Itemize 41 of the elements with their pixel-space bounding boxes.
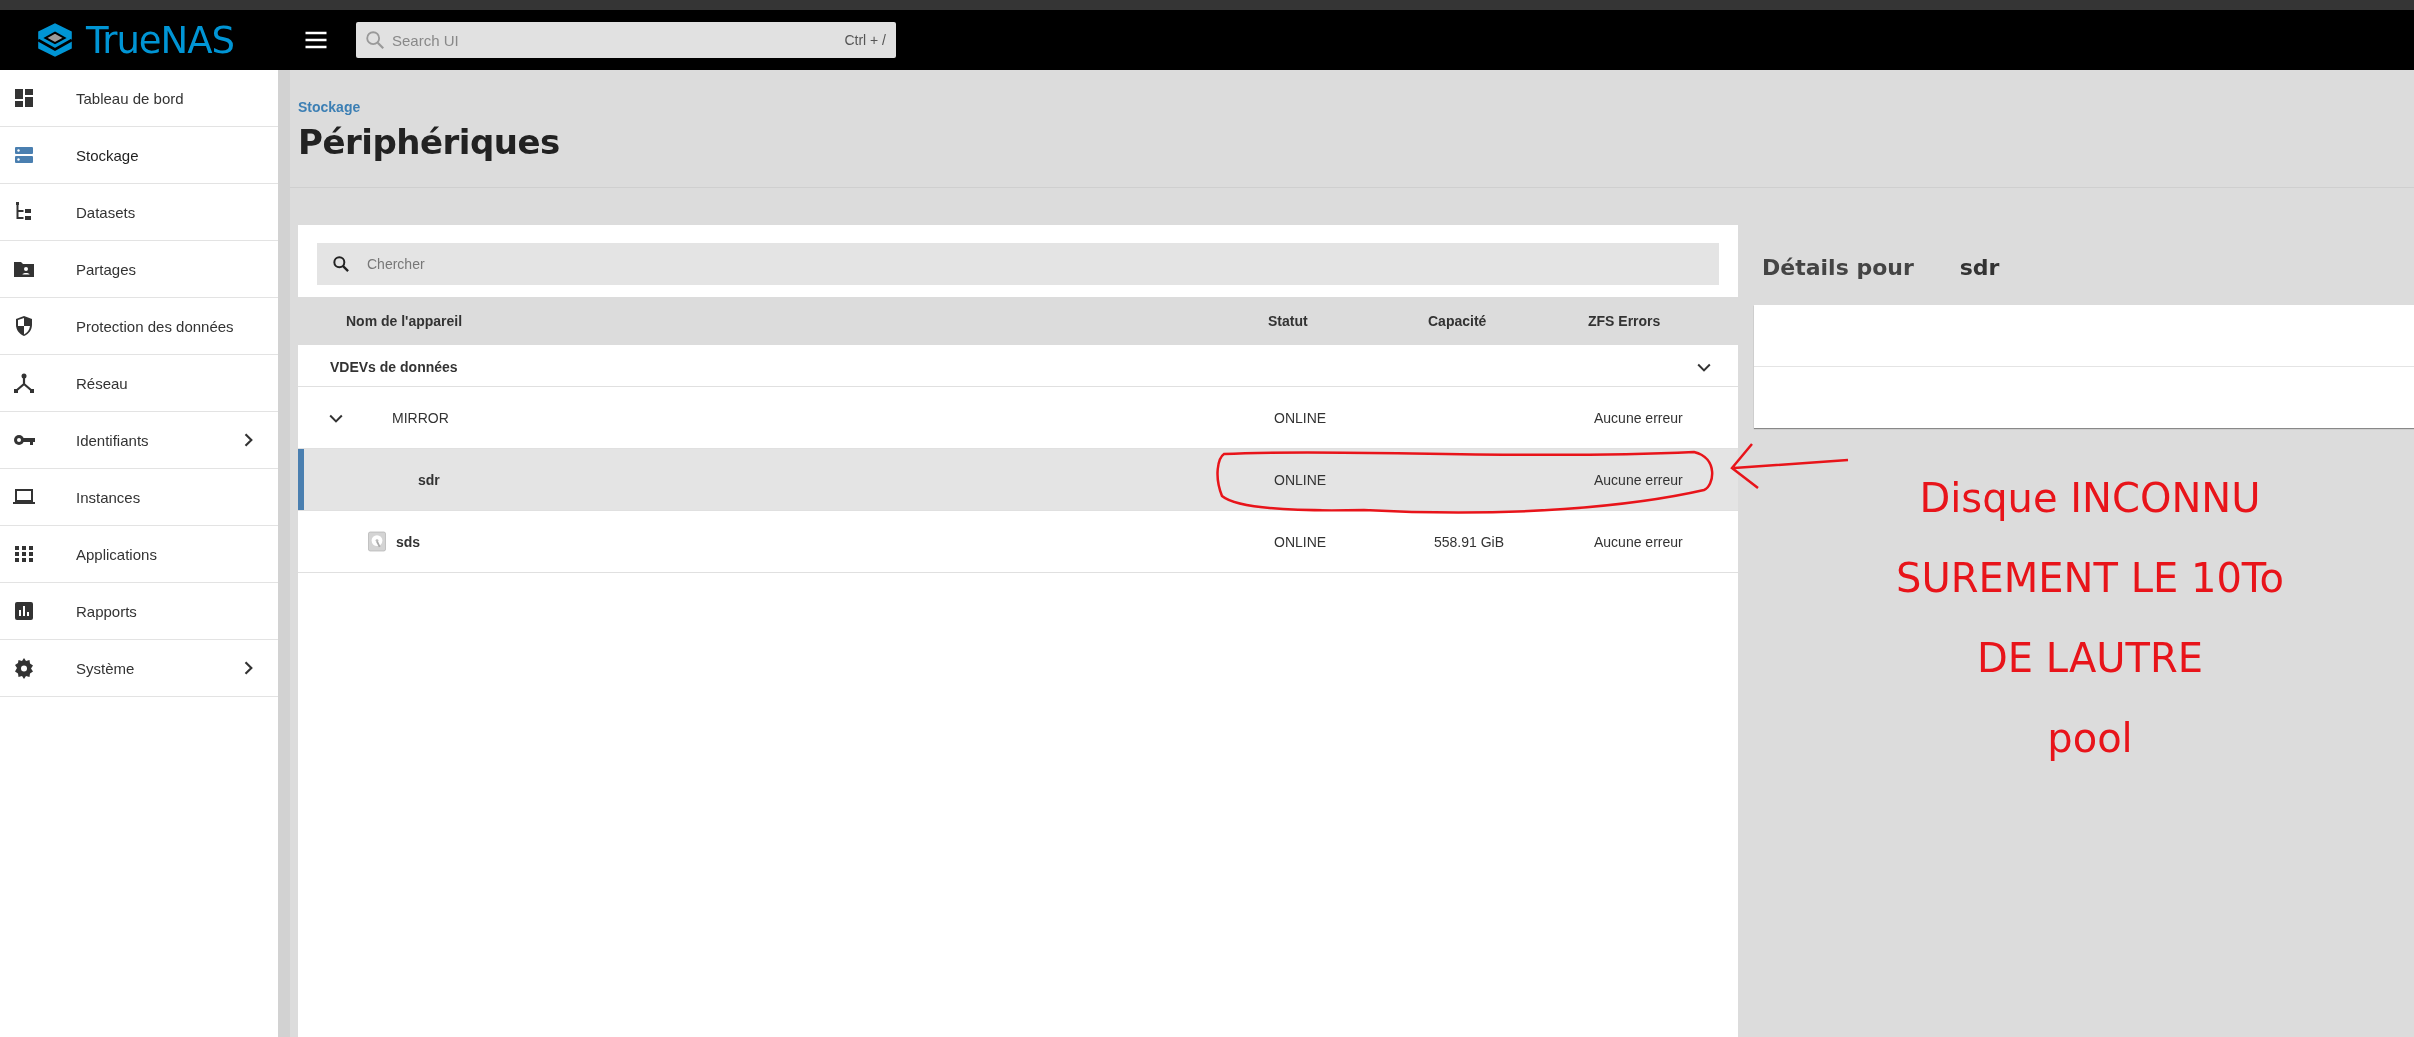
network-icon	[12, 371, 36, 395]
device-name: sdr	[1959, 254, 2000, 280]
sidebar-item[interactable]: Rapports	[0, 583, 278, 640]
page-title: Périphériques	[298, 122, 561, 162]
table-cell: Aucune erreur	[1594, 471, 1683, 488]
column-header: Nom de l'appareil	[345, 313, 464, 329]
column-header: Capacité	[1427, 313, 1488, 329]
shortcut-hint: Ctrl + /	[844, 32, 886, 48]
sidebar-item[interactable]: Applications	[0, 526, 278, 583]
sidebar-item[interactable]: Partages	[0, 241, 278, 298]
handwritten-note: DE LAUTRE	[1976, 634, 2204, 683]
table-cell: Aucune erreur	[1594, 533, 1683, 550]
table-row[interactable]: VDEVs de données	[298, 348, 1738, 387]
sidebar-item[interactable]: Système	[0, 640, 278, 697]
sidebar-item[interactable]: Identifiants	[0, 412, 278, 469]
table-cell: sds	[396, 533, 421, 550]
sidebar-item[interactable]: Protection des données	[0, 298, 278, 355]
table-cell: ONLINE	[1274, 471, 1327, 488]
table-cell: MIRROR	[392, 409, 449, 426]
details-title: Détails pour	[1762, 254, 1914, 280]
sidebar-item[interactable]: Datasets	[0, 184, 278, 241]
settings-icon	[12, 656, 36, 680]
column-header: Statut	[1267, 313, 1309, 329]
sidebar-item[interactable]: Réseau	[0, 355, 278, 412]
column-header: ZFS Errors	[1587, 313, 1662, 329]
table-cell: Aucune erreur	[1594, 409, 1683, 426]
table-row[interactable]: sdr ONLINE Aucune erreur	[298, 449, 1738, 511]
handwritten-note: pool	[2047, 714, 2133, 763]
handwritten-note: SUREMENT LE 10To	[1896, 554, 2284, 603]
table-cell: ONLINE	[1274, 409, 1327, 426]
table-row[interactable]: sds ONLINE 558.91 GiB Aucune erreur	[298, 511, 1738, 573]
sidebar-item[interactable]: Instances	[0, 469, 278, 526]
logo-text: TrueNAS	[86, 18, 235, 62]
table-cell: ONLINE	[1274, 533, 1327, 550]
search-field[interactable]: Chercher	[317, 243, 1719, 285]
table-cell: 558.91 GiB	[1434, 533, 1505, 550]
table-cell: sdr	[418, 471, 440, 488]
handwritten-note: Disque INCONNU	[1919, 474, 2261, 523]
table-cell: VDEVs de données	[330, 359, 458, 375]
chart-icon	[12, 599, 36, 623]
dashboard-icon	[12, 86, 36, 110]
